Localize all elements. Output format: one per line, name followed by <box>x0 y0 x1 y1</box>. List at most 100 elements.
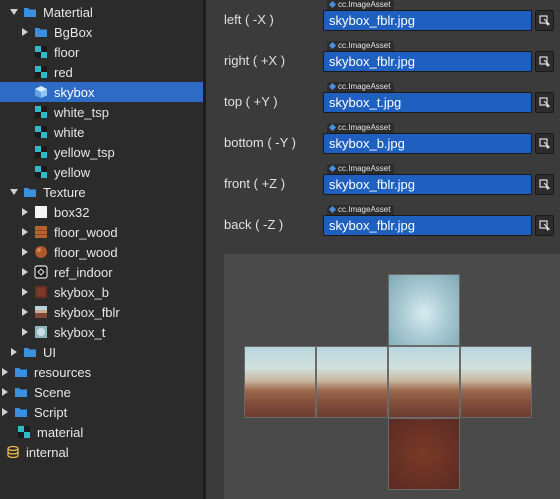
tree-item-resources[interactable]: resources <box>0 362 203 382</box>
tree-item-bgbox[interactable]: BgBox <box>0 22 203 42</box>
texture-icon <box>35 206 47 218</box>
tree-item-label: yellow <box>54 164 91 180</box>
tree-item-ref-indoor[interactable]: ref_indoor <box>0 262 203 282</box>
tree-item-white-tsp[interactable]: white_tsp <box>0 102 203 122</box>
asset-value-top[interactable]: skybox_t.jpg <box>323 92 532 113</box>
asset-picker-icon <box>539 15 550 26</box>
tree-item-label: Texture <box>43 184 86 200</box>
tree-item-label: red <box>54 64 73 80</box>
chevron-right-icon[interactable] <box>20 27 30 37</box>
chevron-right-icon[interactable] <box>20 307 30 317</box>
tree-item-label: Script <box>34 404 68 420</box>
asset-value-back[interactable]: skybox_fblr.jpg <box>323 215 532 236</box>
asset-value-left[interactable]: skybox_fblr.jpg <box>323 10 532 31</box>
material-icon <box>35 166 47 178</box>
asset-picker-button[interactable] <box>535 51 554 72</box>
tree-item-script[interactable]: Script <box>0 402 203 422</box>
asset-field-bottom: cc.ImageAsset skybox_b.jpg <box>323 123 557 154</box>
texture-icon <box>35 326 47 338</box>
tree-item-matertial[interactable]: Matertial <box>0 2 203 22</box>
face-label-front: front ( +Z ) <box>224 176 286 191</box>
chevron-down-icon[interactable] <box>9 187 19 197</box>
texture-icon <box>35 286 47 298</box>
asset-value-bottom[interactable]: skybox_b.jpg <box>323 133 532 154</box>
tree-item-label: white <box>54 124 85 140</box>
cubemap-face-back <box>460 346 532 418</box>
tree-item-label: yellow_tsp <box>54 144 115 160</box>
tree-item-floor-wood-2[interactable]: floor_wood <box>0 242 203 262</box>
tree-item-floor-wood[interactable]: floor_wood <box>0 222 203 242</box>
asset-type-tag: cc.ImageAsset <box>327 41 395 51</box>
chevron-right-icon[interactable] <box>20 327 30 337</box>
database-icon <box>7 445 19 459</box>
tree-item-label: Scene <box>34 384 71 400</box>
asset-field-left: cc.ImageAsset skybox_fblr.jpg <box>323 0 557 31</box>
tree-item-label: Matertial <box>43 4 93 20</box>
face-label-bottom: bottom ( -Y ) <box>224 135 297 150</box>
asset-field-right: cc.ImageAsset skybox_fblr.jpg <box>323 41 557 72</box>
material-icon <box>35 146 47 158</box>
asset-type-tag: cc.ImageAsset <box>327 205 395 215</box>
asset-picker-icon <box>539 220 550 231</box>
asset-picker-icon <box>539 56 550 67</box>
chevron-right-icon[interactable] <box>20 267 30 277</box>
chevron-right-icon[interactable] <box>20 287 30 297</box>
chevron-right-icon[interactable] <box>20 227 30 237</box>
asset-picker-icon <box>539 179 550 190</box>
tree-item-internal[interactable]: internal <box>0 442 203 462</box>
asset-picker-icon <box>539 138 550 149</box>
asset-type-tag: cc.ImageAsset <box>327 82 395 92</box>
face-label-left: left ( -X ) <box>224 12 274 27</box>
tree-item-red[interactable]: red <box>0 62 203 82</box>
tree-item-label: skybox_b <box>54 284 109 300</box>
folder-icon <box>35 28 47 37</box>
tree-item-skybox-b[interactable]: skybox_b <box>0 282 203 302</box>
face-label-back: back ( -Z ) <box>224 217 284 232</box>
tree-item-box32[interactable]: box32 <box>0 202 203 222</box>
tree-item-label: internal <box>26 444 69 460</box>
chevron-down-icon[interactable] <box>9 7 19 17</box>
tree-item-ui[interactable]: UI <box>0 342 203 362</box>
folder-icon <box>24 348 36 357</box>
tree-item-white[interactable]: white <box>0 122 203 142</box>
tree-item-label: ref_indoor <box>54 264 113 280</box>
tree-item-skybox-fblr[interactable]: skybox_fblr <box>0 302 203 322</box>
cubemap-preview <box>224 254 560 499</box>
chevron-right-icon[interactable] <box>20 207 30 217</box>
face-label-right: right ( +X ) <box>224 53 286 68</box>
asset-picker-button[interactable] <box>535 10 554 31</box>
tree-item-skybox[interactable]: skybox <box>0 82 203 102</box>
asset-tree: Matertial BgBox floor red skybox white_t… <box>0 0 203 499</box>
tree-item-skybox-t[interactable]: skybox_t <box>0 322 203 342</box>
asset-picker-button[interactable] <box>535 174 554 195</box>
tree-item-yellow[interactable]: yellow <box>0 162 203 182</box>
chevron-right-icon[interactable] <box>0 367 10 377</box>
tree-item-texture[interactable]: Texture <box>0 182 203 202</box>
tree-item-yellow-tsp[interactable]: yellow_tsp <box>0 142 203 162</box>
cubemap-face-top <box>388 274 460 346</box>
tree-item-label: resources <box>34 364 92 380</box>
texture-icon <box>35 226 47 238</box>
tree-item-label: white_tsp <box>54 104 109 120</box>
tree-item-floor[interactable]: floor <box>0 42 203 62</box>
tree-item-scene[interactable]: Scene <box>0 382 203 402</box>
inspector-panel: left ( -X ) cc.ImageAsset skybox_fblr.jp… <box>206 0 560 499</box>
chevron-right-icon[interactable] <box>0 407 10 417</box>
asset-value-front[interactable]: skybox_fblr.jpg <box>323 174 532 195</box>
asset-field-top: cc.ImageAsset skybox_t.jpg <box>323 82 557 113</box>
folder-icon <box>15 408 27 417</box>
chevron-right-icon[interactable] <box>0 387 10 397</box>
chevron-right-icon[interactable] <box>9 347 19 357</box>
tree-item-label: skybox_fblr <box>54 304 120 320</box>
asset-picker-button[interactable] <box>535 215 554 236</box>
asset-field-back: cc.ImageAsset skybox_fblr.jpg <box>323 205 557 236</box>
tree-item-label: floor_wood <box>54 224 118 240</box>
material-icon <box>35 46 47 58</box>
folder-icon <box>15 388 27 397</box>
chevron-right-icon[interactable] <box>20 247 30 257</box>
asset-picker-button[interactable] <box>535 92 554 113</box>
tree-item-material[interactable]: material <box>0 422 203 442</box>
asset-picker-button[interactable] <box>535 133 554 154</box>
asset-value-right[interactable]: skybox_fblr.jpg <box>323 51 532 72</box>
asset-type-tag: cc.ImageAsset <box>327 123 395 133</box>
